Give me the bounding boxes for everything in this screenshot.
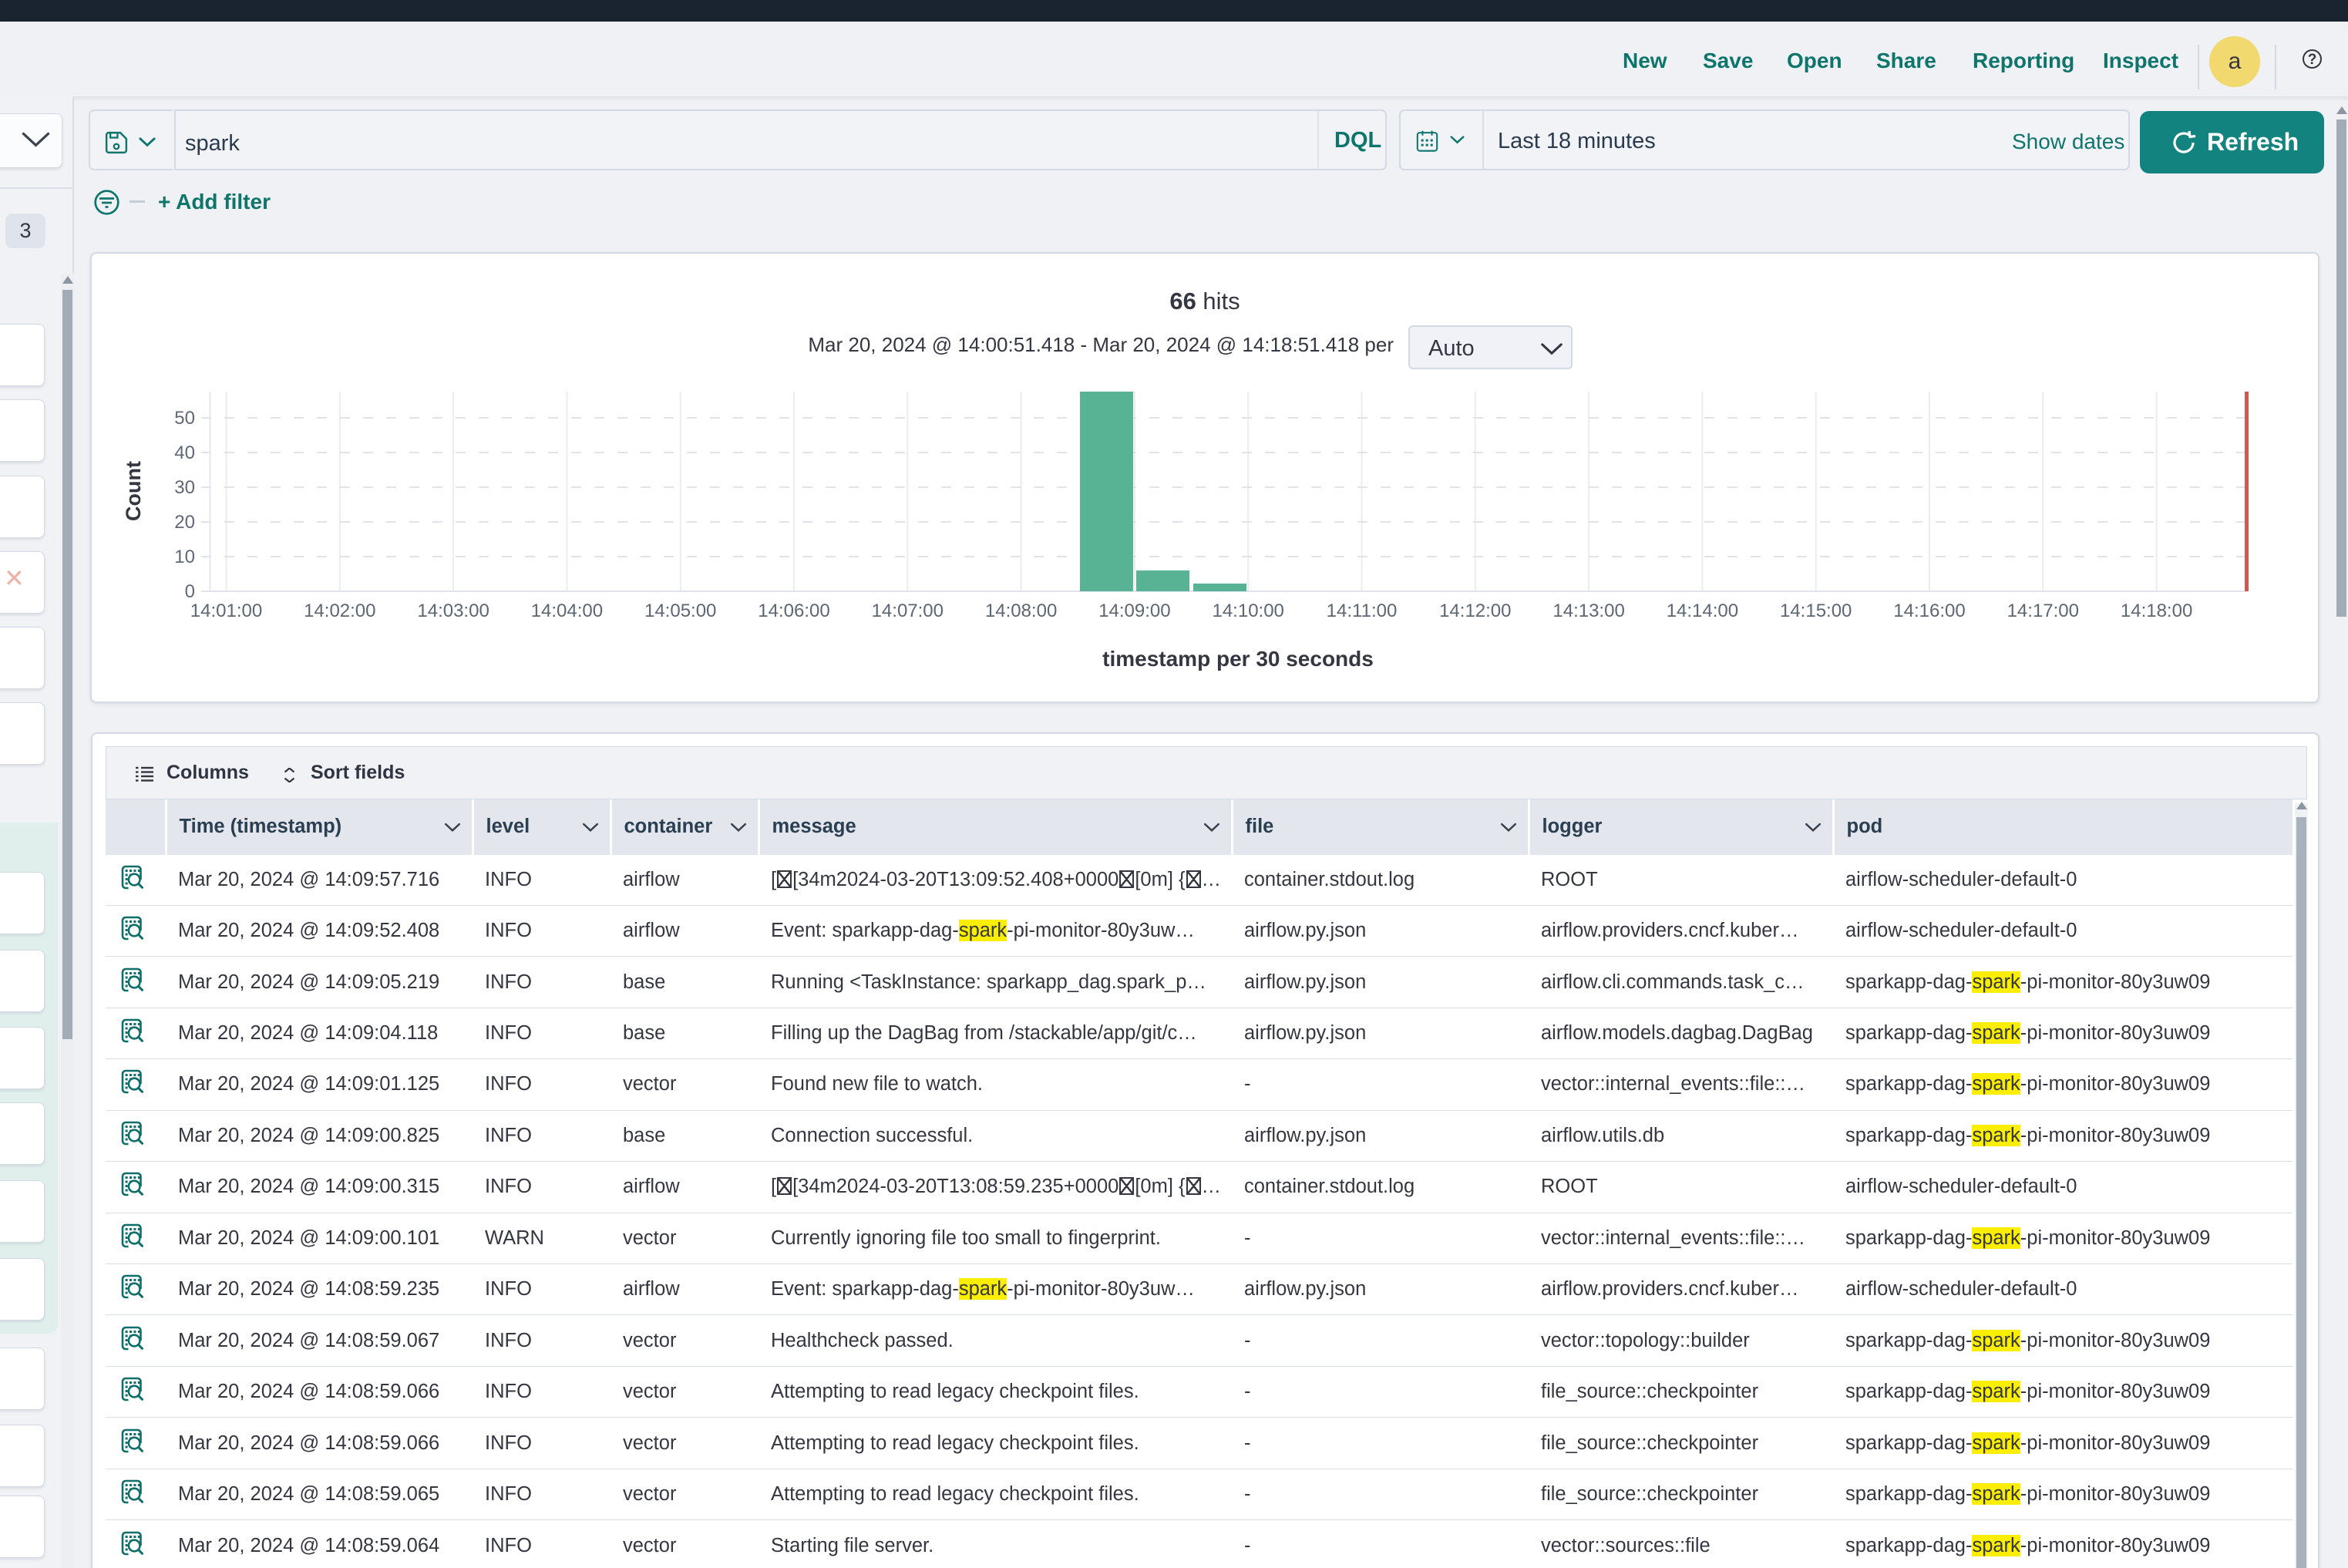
svg-text:0: 0 bbox=[185, 581, 195, 602]
svg-text:14:17:00: 14:17:00 bbox=[2007, 601, 2079, 621]
svg-text:14:07:00: 14:07:00 bbox=[872, 601, 944, 621]
svg-text:50: 50 bbox=[174, 408, 195, 429]
svg-text:14:03:00: 14:03:00 bbox=[417, 601, 489, 621]
svg-text:14:06:00: 14:06:00 bbox=[758, 601, 829, 621]
svg-text:10: 10 bbox=[174, 547, 195, 567]
svg-text:14:02:00: 14:02:00 bbox=[304, 601, 375, 621]
svg-text:14:09:00: 14:09:00 bbox=[1098, 601, 1170, 621]
svg-text:14:15:00: 14:15:00 bbox=[1780, 601, 1852, 621]
svg-text:14:05:00: 14:05:00 bbox=[644, 601, 716, 621]
svg-text:40: 40 bbox=[174, 442, 195, 463]
svg-text:14:16:00: 14:16:00 bbox=[1893, 601, 1965, 621]
svg-text:14:13:00: 14:13:00 bbox=[1552, 601, 1624, 621]
svg-text:14:01:00: 14:01:00 bbox=[190, 601, 262, 621]
svg-text:14:18:00: 14:18:00 bbox=[2121, 601, 2192, 621]
svg-text:30: 30 bbox=[174, 477, 195, 498]
svg-text:14:12:00: 14:12:00 bbox=[1439, 601, 1511, 621]
svg-text:14:10:00: 14:10:00 bbox=[1212, 601, 1283, 621]
svg-text:14:11:00: 14:11:00 bbox=[1327, 601, 1398, 621]
svg-text:14:08:00: 14:08:00 bbox=[985, 601, 1057, 621]
svg-text:14:04:00: 14:04:00 bbox=[531, 601, 603, 621]
svg-text:timestamp per 30 seconds: timestamp per 30 seconds bbox=[1102, 647, 1374, 671]
svg-text:20: 20 bbox=[174, 512, 195, 533]
svg-text:Count: Count bbox=[122, 461, 145, 521]
svg-text:14:14:00: 14:14:00 bbox=[1667, 601, 1738, 621]
